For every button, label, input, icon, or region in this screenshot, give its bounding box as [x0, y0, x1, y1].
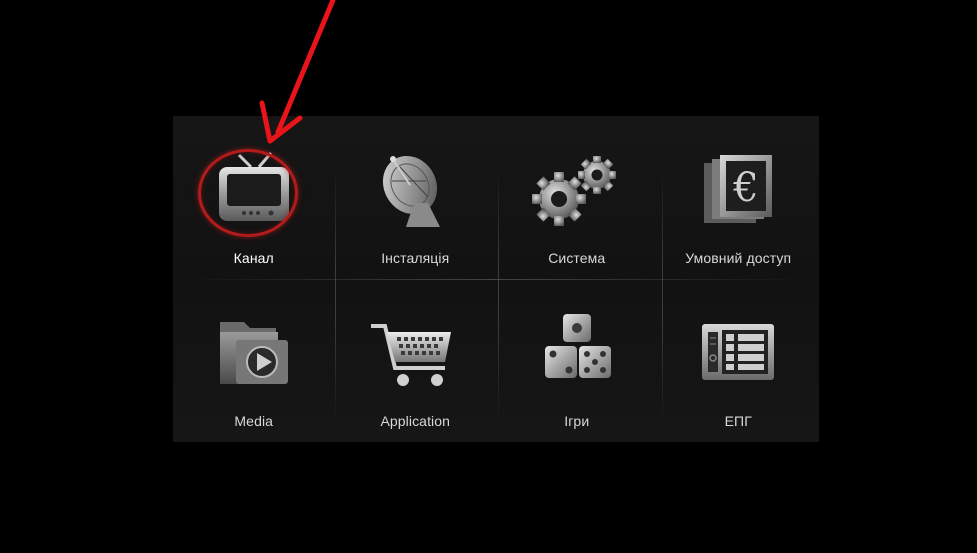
menu-item-installation[interactable]: Інсталяція: [335, 116, 497, 279]
menu-item-label: Система: [548, 250, 606, 266]
shopping-cart-icon: [367, 309, 463, 395]
media-folder-icon: [206, 309, 302, 395]
column-divider: [335, 166, 336, 422]
menu-item-label: Application: [380, 413, 451, 429]
row-divider: [183, 279, 809, 280]
svg-text:€: €: [733, 165, 759, 211]
menu-item-media[interactable]: Media: [173, 279, 335, 442]
dice-icon: [529, 309, 625, 395]
menu-item-channel[interactable]: Канал: [173, 116, 335, 279]
menu-item-label: ЕПГ: [724, 413, 752, 429]
menu-item-label: Умовний доступ: [685, 250, 792, 266]
menu-item-application[interactable]: Application: [335, 279, 497, 442]
gears-icon: [529, 146, 625, 232]
tv-icon: [206, 146, 302, 232]
menu-item-label: Media: [234, 413, 274, 429]
menu-item-label: Канал: [233, 250, 274, 266]
column-divider: [498, 166, 499, 422]
main-menu-panel: Канал Інсталяція Система € Умовний досту…: [173, 116, 819, 442]
menu-item-conditional-access[interactable]: € Умовний доступ: [658, 116, 820, 279]
tv-screen: Канал Інсталяція Система € Умовний досту…: [0, 0, 977, 553]
menu-item-label: Ігри: [564, 413, 590, 429]
menu-item-label: Інсталяція: [381, 250, 450, 266]
column-divider: [662, 166, 663, 422]
epg-guide-icon: [690, 309, 786, 395]
satellite-dish-icon: [367, 146, 463, 232]
menu-item-system[interactable]: Система: [496, 116, 658, 279]
menu-item-epg[interactable]: ЕПГ: [658, 279, 820, 442]
euro-card-icon: €: [690, 146, 786, 232]
menu-item-games[interactable]: Ігри: [496, 279, 658, 442]
